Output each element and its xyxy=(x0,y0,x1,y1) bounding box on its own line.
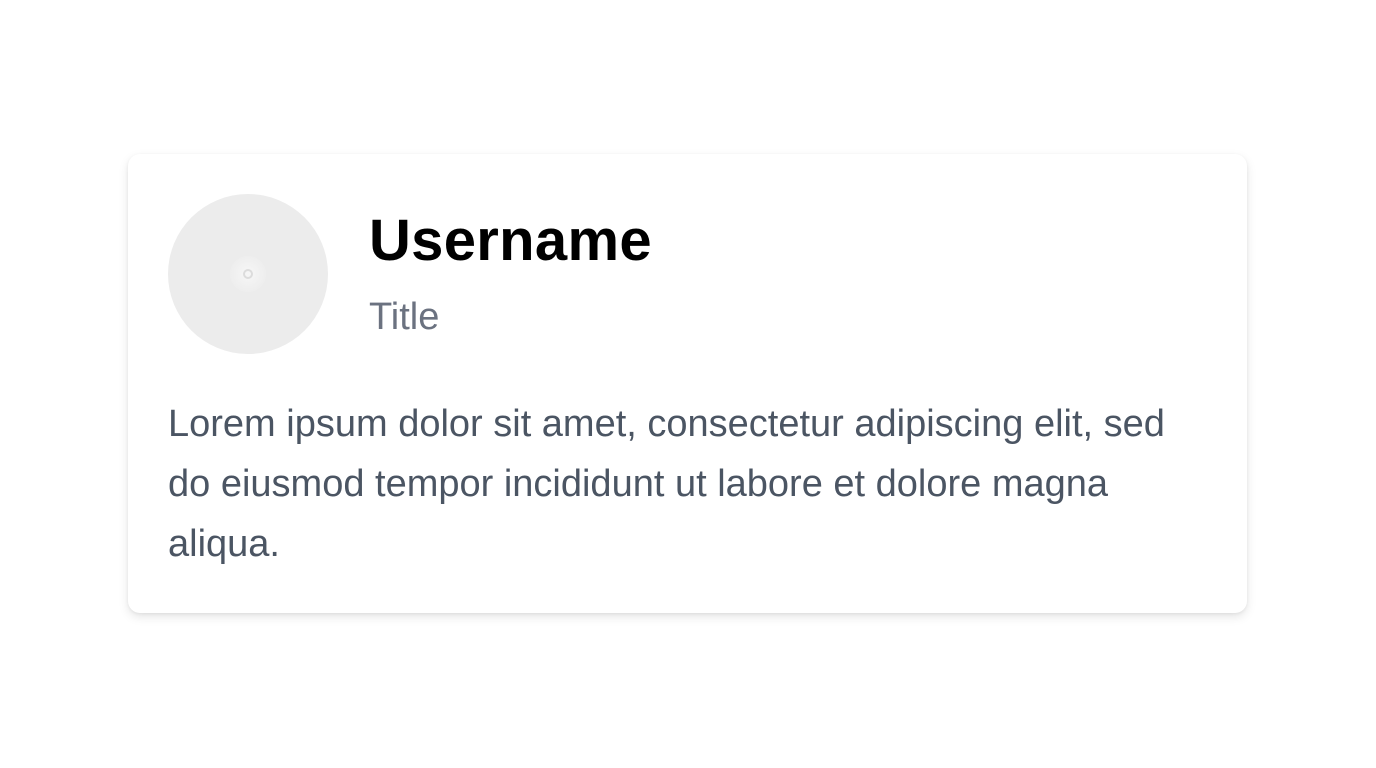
profile-card: Username Title Lorem ipsum dolor sit ame… xyxy=(128,154,1247,613)
profile-identity: Username Title xyxy=(369,194,652,340)
username: Username xyxy=(369,208,652,273)
user-title: Title xyxy=(369,296,440,338)
profile-bio: Lorem ipsum dolor sit amet, consectetur … xyxy=(168,403,1165,565)
avatar-placeholder-dot xyxy=(243,269,253,279)
avatar xyxy=(168,194,328,354)
profile-header: Username Title xyxy=(168,194,652,354)
